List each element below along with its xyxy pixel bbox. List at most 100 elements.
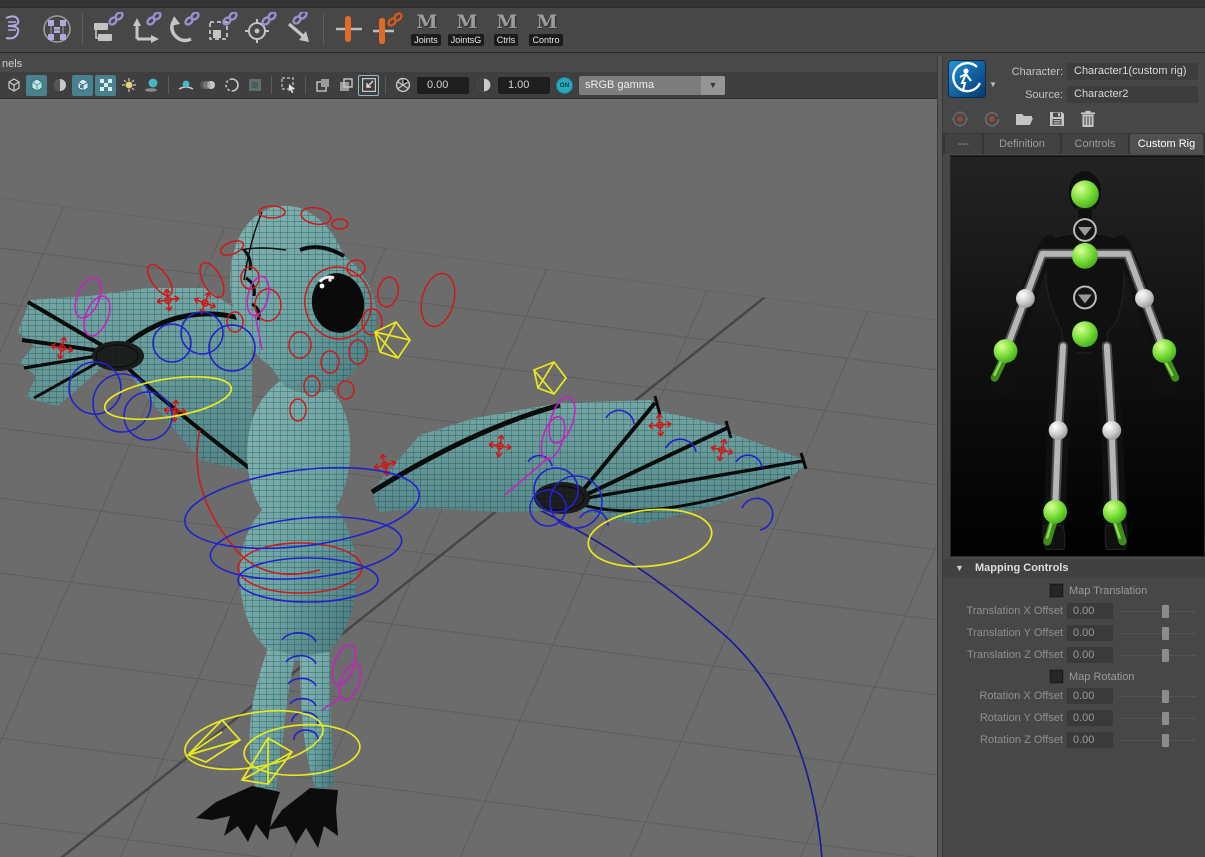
left-elbow-joint <box>1016 289 1035 308</box>
character-map-view[interactable] <box>950 155 1205 557</box>
panels-menu[interactable]: nels <box>2 58 22 70</box>
slider-handle[interactable] <box>1162 649 1169 662</box>
exposure-field[interactable]: 0.00 <box>417 77 469 94</box>
joints-group-button[interactable]: M JointsG <box>446 10 486 52</box>
offset-label: Translation Y Offset <box>943 625 1063 642</box>
rigging-toolbar: M Joints M JointsG M Ctrls M Contro <box>0 8 1205 52</box>
connect-joint-icon[interactable] <box>368 10 406 48</box>
slider-track <box>1118 718 1196 719</box>
right-hand-joint <box>1152 339 1176 363</box>
left-wing <box>18 288 252 472</box>
character-label: Character: <box>953 63 1063 81</box>
offset-row: Translation X Offset 0.00 <box>943 603 1205 620</box>
tab-controls[interactable]: Controls <box>1062 134 1128 154</box>
character-dropdown[interactable]: Character1(custom rig) <box>1067 63 1198 80</box>
shadows-icon[interactable] <box>141 75 162 96</box>
source-dropdown[interactable]: Character2 <box>1067 86 1198 103</box>
ambient-occlusion-icon[interactable] <box>175 75 196 96</box>
exposure-icon[interactable] <box>392 75 413 96</box>
source-row: Source: Character2 <box>943 86 1205 104</box>
controllers-button[interactable]: M Contro <box>526 10 566 52</box>
slider-track <box>1118 611 1196 612</box>
pole-vector-icon[interactable] <box>279 10 317 48</box>
tab-custom-rig[interactable]: Custom Rig <box>1130 134 1203 154</box>
scale-constraint-icon[interactable] <box>203 10 241 48</box>
offset-field[interactable]: 0.00 <box>1067 625 1113 641</box>
iconbar-separator <box>385 76 386 94</box>
offset-field[interactable]: 0.00 <box>1067 710 1113 726</box>
tab-definition[interactable]: Definition <box>984 134 1060 154</box>
view-transform-dropdown[interactable]: sRGB gamma ▼ <box>579 76 725 95</box>
map-translation-label: Map Translation <box>1069 583 1147 599</box>
skeleton-tool-icon[interactable] <box>0 10 38 48</box>
map-rotation-label: Map Rotation <box>1069 669 1134 685</box>
viewport-menubar: nels <box>0 56 937 72</box>
open-folder-icon[interactable] <box>1015 110 1034 128</box>
motion-blur-icon[interactable] <box>198 75 219 96</box>
isolate-select-icon[interactable] <box>278 75 299 96</box>
maya-m-logo: M <box>536 10 555 34</box>
node-graph-icon[interactable] <box>38 10 76 48</box>
hik-toolbar <box>951 108 1096 130</box>
collapse-triangle-icon: ▼ <box>955 563 964 573</box>
wireframe-on-shaded-icon[interactable] <box>95 75 116 96</box>
map-translation-checkbox[interactable] <box>1050 584 1063 597</box>
right-wing <box>372 396 806 525</box>
start-keying-icon[interactable] <box>951 110 969 128</box>
shaded-mode-icon[interactable] <box>26 75 47 96</box>
viewport-canvas[interactable] <box>0 100 937 857</box>
isolate-add-selected-icon[interactable] <box>335 75 356 96</box>
slider-handle[interactable] <box>1162 627 1169 640</box>
textured-sphere-icon[interactable] <box>49 75 70 96</box>
slider-handle[interactable] <box>1162 712 1169 725</box>
offset-row: Translation Y Offset 0.00 <box>943 625 1205 642</box>
save-icon[interactable] <box>1048 110 1066 128</box>
offset-field[interactable]: 0.00 <box>1067 688 1113 704</box>
slider-handle[interactable] <box>1162 605 1169 618</box>
root-control-curve[interactable] <box>470 478 822 857</box>
tab-blank[interactable]: --- <box>945 134 982 154</box>
toolbar-separator <box>323 13 324 45</box>
orient-constraint-icon[interactable] <box>165 10 203 48</box>
slider-handle[interactable] <box>1162 734 1169 747</box>
slider-track <box>1118 655 1196 656</box>
slider-handle[interactable] <box>1162 690 1169 703</box>
retarget-loop-icon[interactable] <box>983 110 1001 128</box>
mirror-joints-button[interactable]: M Joints <box>406 10 446 52</box>
contrast-icon[interactable] <box>473 75 494 96</box>
head <box>230 206 376 394</box>
point-constraint-icon[interactable] <box>127 10 165 48</box>
aim-constraint-icon[interactable] <box>241 10 279 48</box>
right-ankle-joint <box>1103 500 1127 524</box>
source-label: Source: <box>953 86 1063 104</box>
default-lighting-icon[interactable] <box>118 75 139 96</box>
offset-field[interactable]: 0.00 <box>1067 603 1113 619</box>
left-foot <box>196 786 280 842</box>
spine-expand-toggle <box>1074 287 1096 309</box>
delete-trash-icon[interactable] <box>1080 110 1096 128</box>
viewport-iconbar: 0.00 1.00 ON sRGB gamma ▼ <box>0 72 937 99</box>
anti-aliasing-icon[interactable] <box>221 75 242 96</box>
view-transform-value: sRGB gamma <box>579 76 701 95</box>
insert-joint-icon[interactable] <box>330 10 368 48</box>
region-zoom-icon[interactable] <box>358 75 379 96</box>
isolate-view-selected-icon[interactable] <box>312 75 333 96</box>
textured-cube-icon[interactable] <box>72 75 93 96</box>
multisample-icon[interactable] <box>244 75 265 96</box>
toolbar-separator <box>82 13 83 45</box>
controls-rig-button[interactable]: M Ctrls <box>486 10 526 52</box>
hips-joint <box>1072 321 1098 347</box>
viewport-panel[interactable]: nels <box>0 56 937 857</box>
offset-field[interactable]: 0.00 <box>1067 647 1113 663</box>
map-rotation-checkbox[interactable] <box>1050 670 1063 683</box>
mapping-controls-header[interactable]: ▼ Mapping Controls <box>943 559 1205 578</box>
color-management-on-icon[interactable]: ON <box>556 77 573 94</box>
chevron-down-icon: ▼ <box>701 76 725 95</box>
wireframe-cube-icon[interactable] <box>3 75 24 96</box>
iconbar-separator <box>305 76 306 94</box>
parent-constraint-icon[interactable] <box>89 10 127 48</box>
gamma-field[interactable]: 1.00 <box>498 77 550 94</box>
joints-group-label: JointsG <box>448 34 485 46</box>
offset-field[interactable]: 0.00 <box>1067 732 1113 748</box>
right-foot <box>268 788 338 848</box>
